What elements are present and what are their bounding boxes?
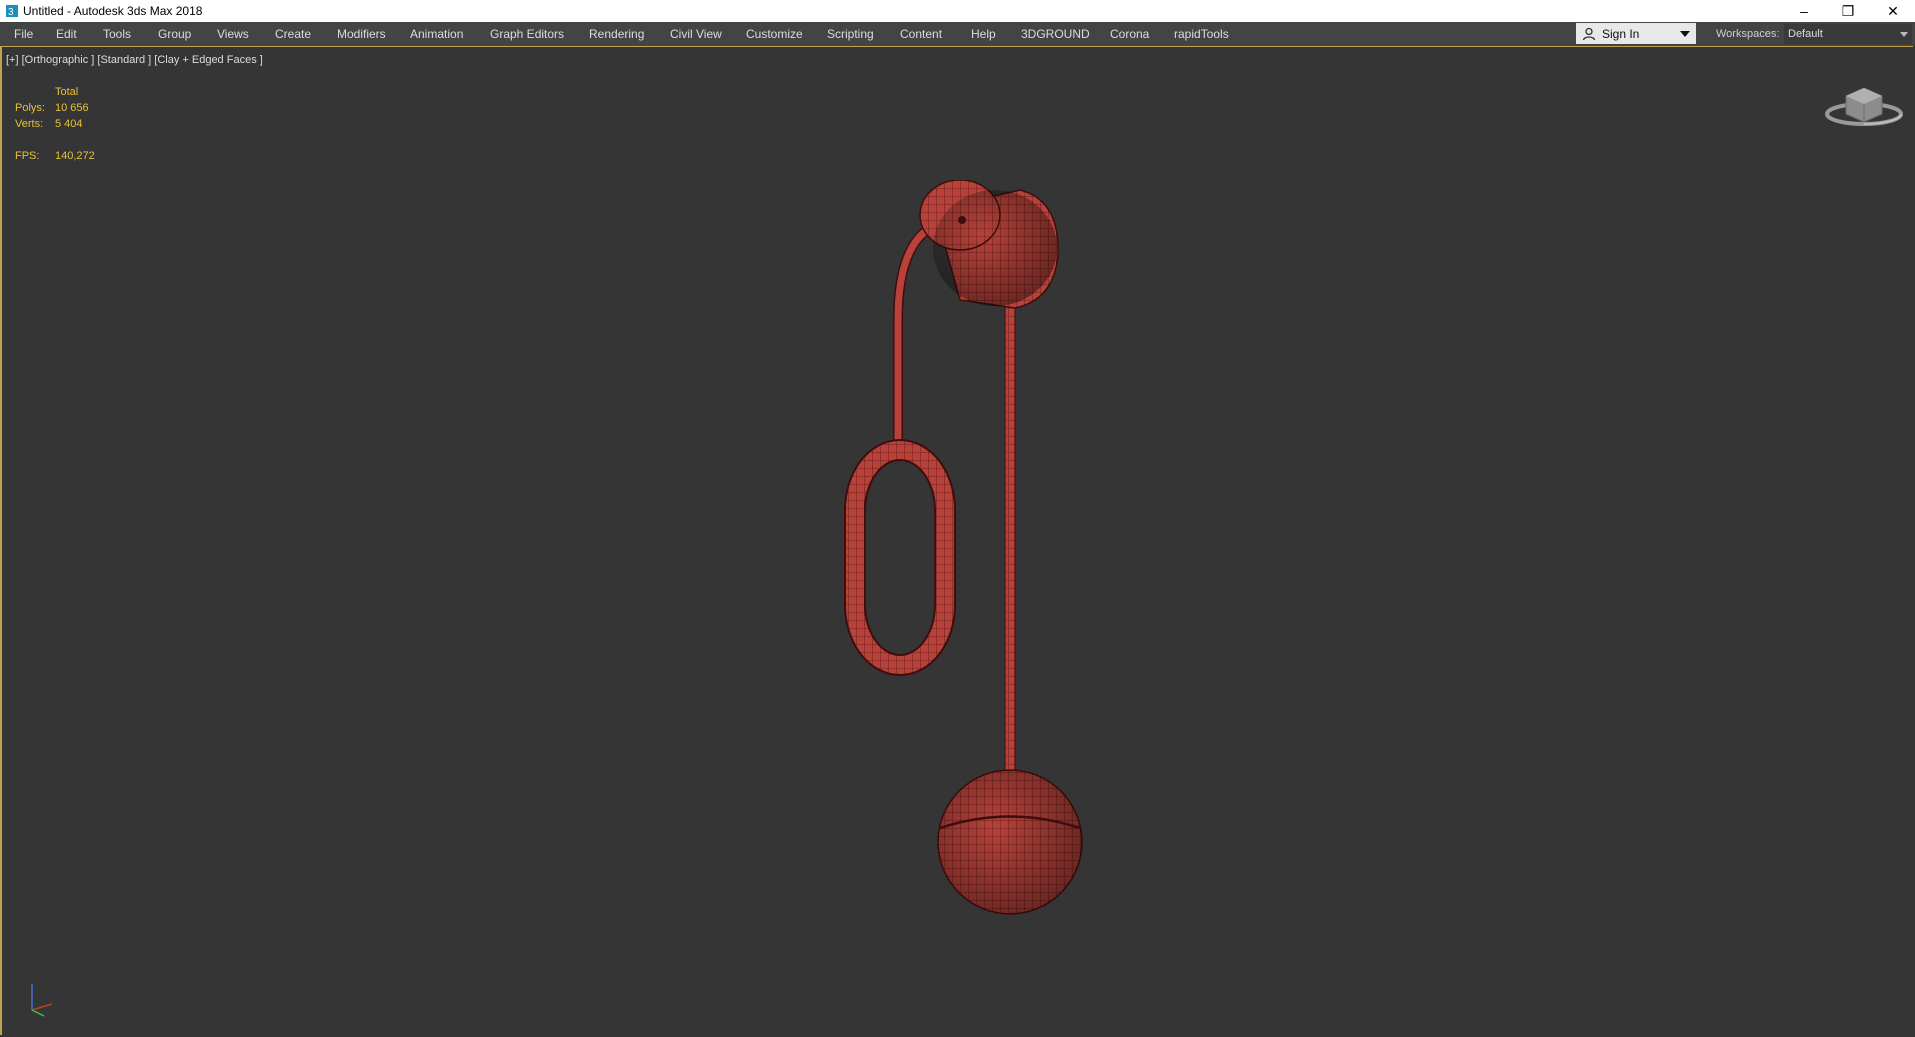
svg-text:3: 3 bbox=[8, 7, 14, 18]
stats-fps-value: 140,272 bbox=[55, 150, 95, 162]
workspaces-value: Default bbox=[1788, 28, 1823, 40]
menu-edit[interactable]: Edit bbox=[56, 27, 77, 41]
stats-fps-label: FPS: bbox=[15, 150, 40, 162]
menu-animation[interactable]: Animation bbox=[410, 27, 463, 41]
menu-help[interactable]: Help bbox=[971, 27, 996, 41]
sign-in-dropdown[interactable]: Sign In bbox=[1576, 23, 1696, 44]
restore-button[interactable]: ❐ bbox=[1826, 0, 1870, 22]
title-bar: 3 Untitled - Autodesk 3ds Max 2018 – ❐ ✕ bbox=[0, 0, 1915, 22]
model-wireframe[interactable] bbox=[840, 180, 1100, 920]
chevron-down-icon bbox=[1680, 31, 1690, 37]
menu-graph-editors[interactable]: Graph Editors bbox=[490, 27, 564, 41]
close-button[interactable]: ✕ bbox=[1871, 0, 1915, 22]
menu-group[interactable]: Group bbox=[158, 27, 191, 41]
stats-verts-value: 5 404 bbox=[55, 118, 83, 130]
menu-rendering[interactable]: Rendering bbox=[589, 27, 644, 41]
menu-civil-view[interactable]: Civil View bbox=[670, 27, 722, 41]
menu-file[interactable]: File bbox=[14, 27, 33, 41]
menu-corona[interactable]: Corona bbox=[1110, 27, 1149, 41]
user-icon bbox=[1582, 27, 1596, 40]
app-icon: 3 bbox=[6, 5, 18, 18]
menu-views[interactable]: Views bbox=[217, 27, 249, 41]
stats-header: Total bbox=[55, 86, 79, 98]
menu-3dground[interactable]: 3DGROUND bbox=[1021, 27, 1090, 41]
menu-customize[interactable]: Customize bbox=[746, 27, 803, 41]
axis-tripod-icon bbox=[31, 984, 53, 1017]
stats-polys-value: 10 656 bbox=[55, 102, 89, 114]
sign-in-label: Sign In bbox=[1602, 26, 1640, 41]
window-title: Untitled - Autodesk 3ds Max 2018 bbox=[23, 4, 203, 18]
viewport-label[interactable]: [+] [Orthographic ] [Standard ] [Clay + … bbox=[6, 54, 263, 66]
menu-tools[interactable]: Tools bbox=[103, 27, 131, 41]
menu-modifiers[interactable]: Modifiers bbox=[337, 27, 386, 41]
stats-verts-label: Verts: bbox=[15, 118, 44, 130]
minimize-button[interactable]: – bbox=[1782, 0, 1826, 22]
menu-scripting[interactable]: Scripting bbox=[827, 27, 874, 41]
stats-polys-label: Polys: bbox=[15, 102, 45, 114]
menu-create[interactable]: Create bbox=[275, 27, 311, 41]
workspaces-select[interactable]: Default bbox=[1784, 24, 1912, 44]
workspaces-label: Workspaces: bbox=[1716, 28, 1780, 40]
menu-rapidtools[interactable]: rapidTools bbox=[1174, 27, 1229, 41]
menu-content[interactable]: Content bbox=[900, 27, 942, 41]
viewcube-icon[interactable] bbox=[1824, 80, 1904, 130]
chevron-down-icon bbox=[1900, 32, 1908, 37]
